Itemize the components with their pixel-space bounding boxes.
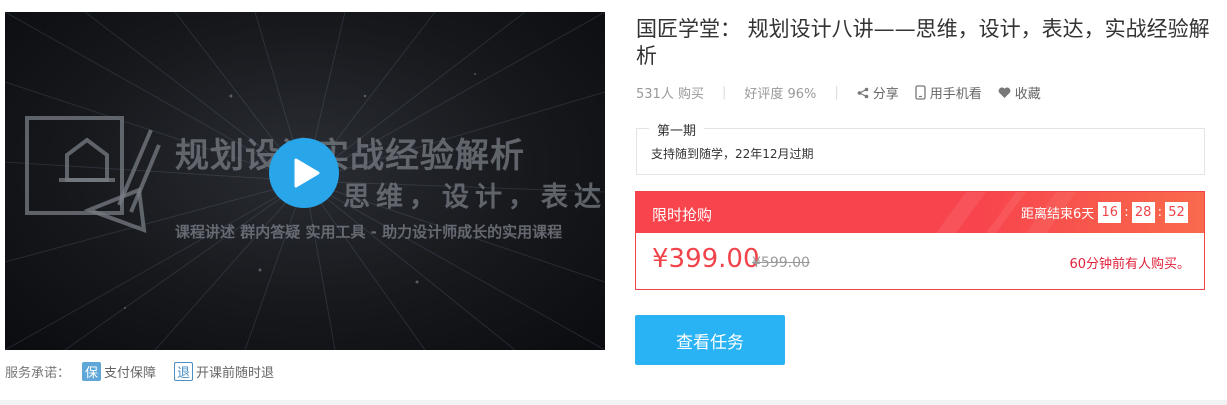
cover-subtitle: 思维，设计，表达 — [343, 182, 605, 213]
promise-refund: 退 开课前随时退 — [174, 362, 274, 381]
period-description: 支持随到随学，22年12月过期 — [651, 147, 814, 161]
divider: | — [721, 85, 727, 100]
countdown-colon: : — [1124, 205, 1129, 220]
cover-description: 课程讲述 群内答疑 实用工具 - 助力设计师成长的实用课程 — [175, 223, 563, 241]
sale-price: ¥399.00 — [652, 244, 760, 274]
mobile-view-button[interactable]: 用手机看 — [915, 83, 982, 102]
promise-refund-label: 开课前随时退 — [196, 366, 275, 381]
promise-payment: 保 支付保障 — [82, 362, 156, 381]
rating: 好评度 96% — [744, 87, 817, 102]
flash-sale-body: ¥399.00 ¥599.00 60分钟前有人购买。 — [636, 233, 1204, 289]
flash-sale-panel: 限时抢购 距离结束6天 16 : 28 : 52 ¥399.00 ¥599.00… — [635, 191, 1205, 290]
service-promise-label: 服务承诺： — [5, 366, 71, 381]
favorite-button[interactable]: 收藏 — [998, 83, 1041, 102]
blueprint-drawing-icon — [25, 116, 161, 233]
cover-title: 规划设计实战经验解析 — [175, 136, 525, 176]
course-title: 国匠学堂： 规划设计八讲——思维，设计，表达，实战经验解析 — [636, 17, 1210, 68]
course-video-player[interactable]: 规划设计实战经验解析 思维，设计，表达 课程讲述 群内答疑 实用工具 - 助力设… — [5, 12, 605, 350]
divider: | — [834, 85, 839, 100]
play-icon — [294, 158, 320, 188]
share-icon — [857, 87, 869, 99]
original-price: ¥599.00 — [752, 255, 810, 271]
shield-icon: 保 — [82, 362, 102, 381]
bottom-divider — [0, 400, 1227, 405]
recent-purchase-notice: 60分钟前有人购买。 — [1069, 257, 1190, 272]
promise-payment-label: 支付保障 — [104, 366, 157, 381]
course-stats: 531人 购买 | 好评度 96% | 分享 用手机看 收藏 — [636, 83, 1057, 102]
phone-icon — [915, 85, 926, 100]
heart-icon — [998, 87, 1011, 99]
countdown-seconds: 52 — [1165, 202, 1188, 223]
countdown-timer: 距离结束6天 16 : 28 : 52 — [1021, 202, 1188, 223]
countdown-hours: 16 — [1098, 202, 1122, 223]
countdown-colon: : — [1157, 205, 1162, 220]
favorite-label: 收藏 — [1014, 87, 1041, 102]
mobile-view-label: 用手机看 — [929, 87, 982, 102]
buyer-count: 531人 购买 — [636, 87, 704, 102]
refund-icon: 退 — [174, 362, 194, 381]
countdown-minutes: 28 — [1131, 202, 1155, 223]
flash-sale-label: 限时抢购 — [652, 206, 713, 224]
course-detail-page: 规划设计实战经验解析 思维，设计，表达 课程讲述 群内答疑 实用工具 - 助力设… — [0, 0, 1227, 405]
share-button[interactable]: 分享 — [857, 83, 899, 102]
countdown-text: 距离结束6天 — [1020, 207, 1095, 222]
service-promise: 服务承诺： 保 支付保障 退 开课前随时退 — [5, 362, 292, 381]
period-box[interactable]: 第一期 支持随到随学，22年12月过期 — [636, 120, 1205, 175]
share-label: 分享 — [872, 87, 899, 102]
period-legend: 第一期 — [649, 120, 705, 139]
play-button[interactable] — [269, 138, 339, 208]
flash-sale-header: 限时抢购 距离结束6天 16 : 28 : 52 — [636, 192, 1204, 233]
view-task-button[interactable]: 查看任务 — [635, 315, 785, 365]
